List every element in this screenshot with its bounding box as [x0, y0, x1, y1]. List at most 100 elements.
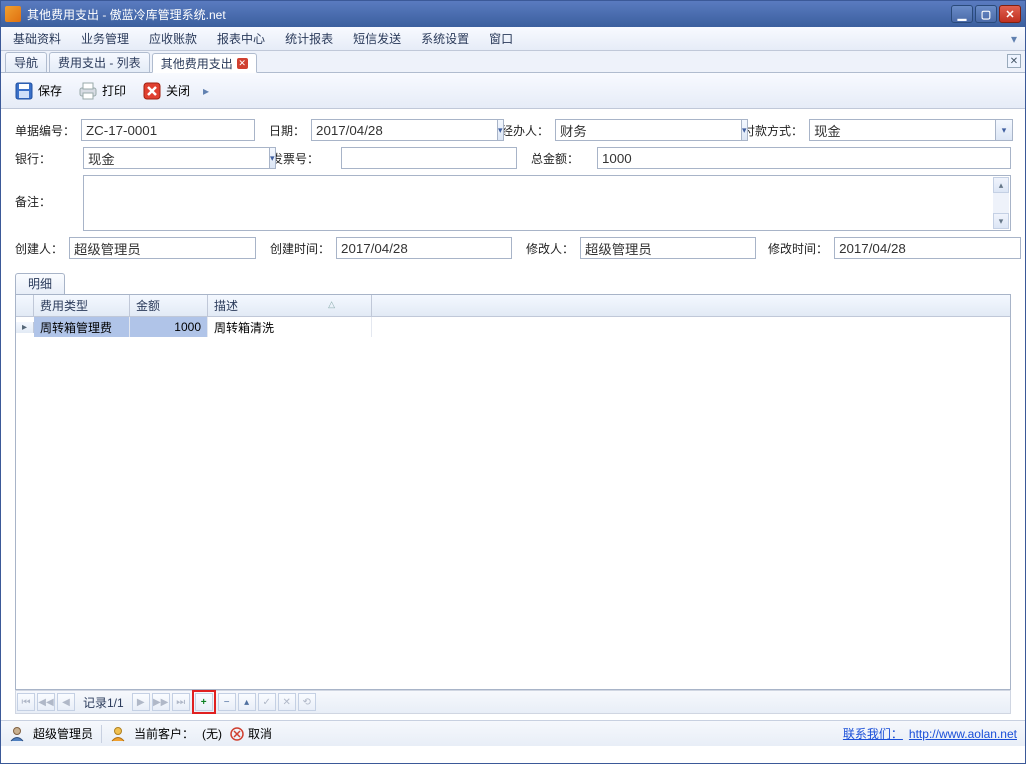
- cancel-label: 取消: [248, 725, 272, 742]
- ctime-label: 创建时间：: [270, 240, 330, 257]
- handler-combo[interactable]: ▾: [555, 119, 731, 141]
- close-button[interactable]: 关闭: [135, 76, 197, 106]
- grid-header: 费用类型 金额 描述 △: [16, 295, 1010, 317]
- tabstrip: 导航 费用支出 - 列表 其他费用支出 ✕ ✕: [1, 51, 1025, 73]
- nav-edit-button[interactable]: ▴: [238, 693, 256, 711]
- row-selector-header: [16, 295, 34, 316]
- scroll-up-icon[interactable]: ▴: [993, 177, 1009, 193]
- nav-cancel-button[interactable]: ✕: [278, 693, 296, 711]
- menu-stats-report[interactable]: 统计报表: [275, 27, 343, 50]
- cancel-icon[interactable]: 取消: [230, 725, 272, 742]
- save-label: 保存: [38, 82, 62, 99]
- save-button[interactable]: 保存: [7, 76, 69, 106]
- statusbar: 超级管理员 当前客户： (无) 取消 联系我们： http://www.aola…: [1, 720, 1025, 746]
- textarea-scrollbar[interactable]: ▴ ▾: [993, 177, 1009, 229]
- window-title: 其他费用支出 - 傲蓝冷库管理系统.net: [27, 6, 951, 23]
- detail-grid: 费用类型 金额 描述 △ ▸ 周转箱管理费 1000 周转箱清洗: [15, 294, 1011, 690]
- cell-desc[interactable]: 周转箱清洗: [208, 317, 372, 337]
- mtime-input: [834, 237, 1021, 259]
- pay-method-input[interactable]: [809, 119, 995, 141]
- toolbar: 保存 打印 关闭 ▸: [1, 73, 1025, 109]
- nav-first-button[interactable]: ⏮: [17, 693, 35, 711]
- nav-refresh-button[interactable]: ⟲: [298, 693, 316, 711]
- tab-expense-list[interactable]: 费用支出 - 列表: [49, 52, 150, 72]
- status-user: 超级管理员: [33, 725, 93, 742]
- print-icon: [78, 81, 98, 101]
- nav-confirm-button[interactable]: ✓: [258, 693, 276, 711]
- detail-tab[interactable]: 明细: [15, 273, 65, 294]
- print-label: 打印: [102, 82, 126, 99]
- menu-window[interactable]: 窗口: [479, 27, 523, 50]
- contact-link[interactable]: http://www.aolan.net: [909, 727, 1017, 741]
- client-label: 当前客户：: [134, 725, 194, 742]
- tabstrip-close-button[interactable]: ✕: [1007, 54, 1021, 68]
- menubar-overflow-icon[interactable]: ▾: [1005, 32, 1023, 46]
- date-label: 日期：: [269, 122, 305, 139]
- ctime-input: [336, 237, 512, 259]
- minimize-button[interactable]: ▁: [951, 5, 973, 23]
- mtime-label: 修改时间：: [768, 240, 828, 257]
- col-description[interactable]: 描述 △: [208, 295, 372, 316]
- chevron-down-icon[interactable]: ▾: [497, 119, 504, 141]
- bank-input[interactable]: [83, 147, 269, 169]
- modifier-label: 修改人：: [526, 240, 574, 257]
- client-icon: [110, 726, 126, 742]
- col-amount[interactable]: 金额: [130, 295, 208, 316]
- menu-sms[interactable]: 短信发送: [343, 27, 411, 50]
- cell-type[interactable]: 周转箱管理费: [34, 317, 130, 337]
- remark-textarea[interactable]: ▴ ▾: [83, 175, 1011, 231]
- row-indicator-icon[interactable]: ▸: [16, 322, 34, 333]
- nav-next-page-button[interactable]: ▶▶: [152, 693, 170, 711]
- total-input[interactable]: [597, 147, 1011, 169]
- save-icon: [14, 81, 34, 101]
- menu-business[interactable]: 业务管理: [71, 27, 139, 50]
- sort-asc-icon: △: [328, 299, 335, 310]
- menu-report-center[interactable]: 报表中心: [207, 27, 275, 50]
- table-row[interactable]: ▸ 周转箱管理费 1000 周转箱清洗: [16, 317, 1010, 337]
- menu-basic-data[interactable]: 基础资料: [3, 27, 71, 50]
- maximize-button[interactable]: ▢: [975, 5, 997, 23]
- menubar: 基础资料 业务管理 应收账款 报表中心 统计报表 短信发送 系统设置 窗口 ▾: [1, 27, 1025, 51]
- tab-other-expense[interactable]: 其他费用支出 ✕: [152, 53, 257, 73]
- nav-last-button[interactable]: ⏭: [172, 693, 190, 711]
- nav-prev-page-button[interactable]: ◀◀: [37, 693, 55, 711]
- titlebar: 其他费用支出 - 傲蓝冷库管理系统.net ▁ ▢ ✕: [1, 1, 1025, 27]
- user-icon: [9, 726, 25, 742]
- menu-receivables[interactable]: 应收账款: [139, 27, 207, 50]
- close-icon: [142, 81, 162, 101]
- creator-input: [69, 237, 256, 259]
- nav-remove-button[interactable]: −: [218, 693, 236, 711]
- close-label: 关闭: [166, 82, 190, 99]
- menu-system-settings[interactable]: 系统设置: [411, 27, 479, 50]
- handler-input[interactable]: [555, 119, 741, 141]
- record-navigator: ⏮ ◀◀ ◀ 记录1/1 ▶ ▶▶ ⏭ + − ▴ ✓ ✕ ⟲: [15, 690, 1011, 714]
- scroll-down-icon[interactable]: ▾: [993, 213, 1009, 229]
- print-button[interactable]: 打印: [71, 76, 133, 106]
- toolbar-overflow-icon[interactable]: ▸: [199, 84, 213, 98]
- chevron-down-icon[interactable]: ▾: [269, 147, 276, 169]
- grid-body[interactable]: ▸ 周转箱管理费 1000 周转箱清洗: [16, 317, 1010, 689]
- chevron-down-icon[interactable]: ▾: [741, 119, 748, 141]
- detail-tab-header: 明细: [15, 273, 1011, 294]
- invoice-input[interactable]: [341, 147, 517, 169]
- col-expense-type[interactable]: 费用类型: [34, 295, 130, 316]
- date-input[interactable]: [311, 119, 497, 141]
- nav-next-button[interactable]: ▶: [132, 693, 150, 711]
- record-counter: 记录1/1: [77, 694, 130, 711]
- invoice-label: 发票号：: [271, 150, 335, 167]
- nav-prev-button[interactable]: ◀: [57, 693, 75, 711]
- bank-combo[interactable]: ▾: [83, 147, 257, 169]
- bank-label: 银行：: [15, 150, 77, 167]
- cell-amount[interactable]: 1000: [130, 317, 208, 337]
- client-value: (无): [202, 725, 222, 742]
- date-combo[interactable]: ▾: [311, 119, 487, 141]
- window-close-button[interactable]: ✕: [999, 5, 1021, 23]
- tab-navigation[interactable]: 导航: [5, 52, 47, 72]
- nav-add-button[interactable]: +: [195, 693, 213, 711]
- pay-method-combo[interactable]: ▾: [809, 119, 1013, 141]
- doc-no-input[interactable]: [81, 119, 255, 141]
- handler-label: 经办人：: [501, 122, 549, 139]
- tab-close-icon[interactable]: ✕: [237, 58, 248, 69]
- form-area: 单据编号： 日期： ▾ 经办人： ▾ 付款方式： ▾ 银行： ▾: [1, 109, 1025, 271]
- chevron-down-icon[interactable]: ▾: [995, 119, 1013, 141]
